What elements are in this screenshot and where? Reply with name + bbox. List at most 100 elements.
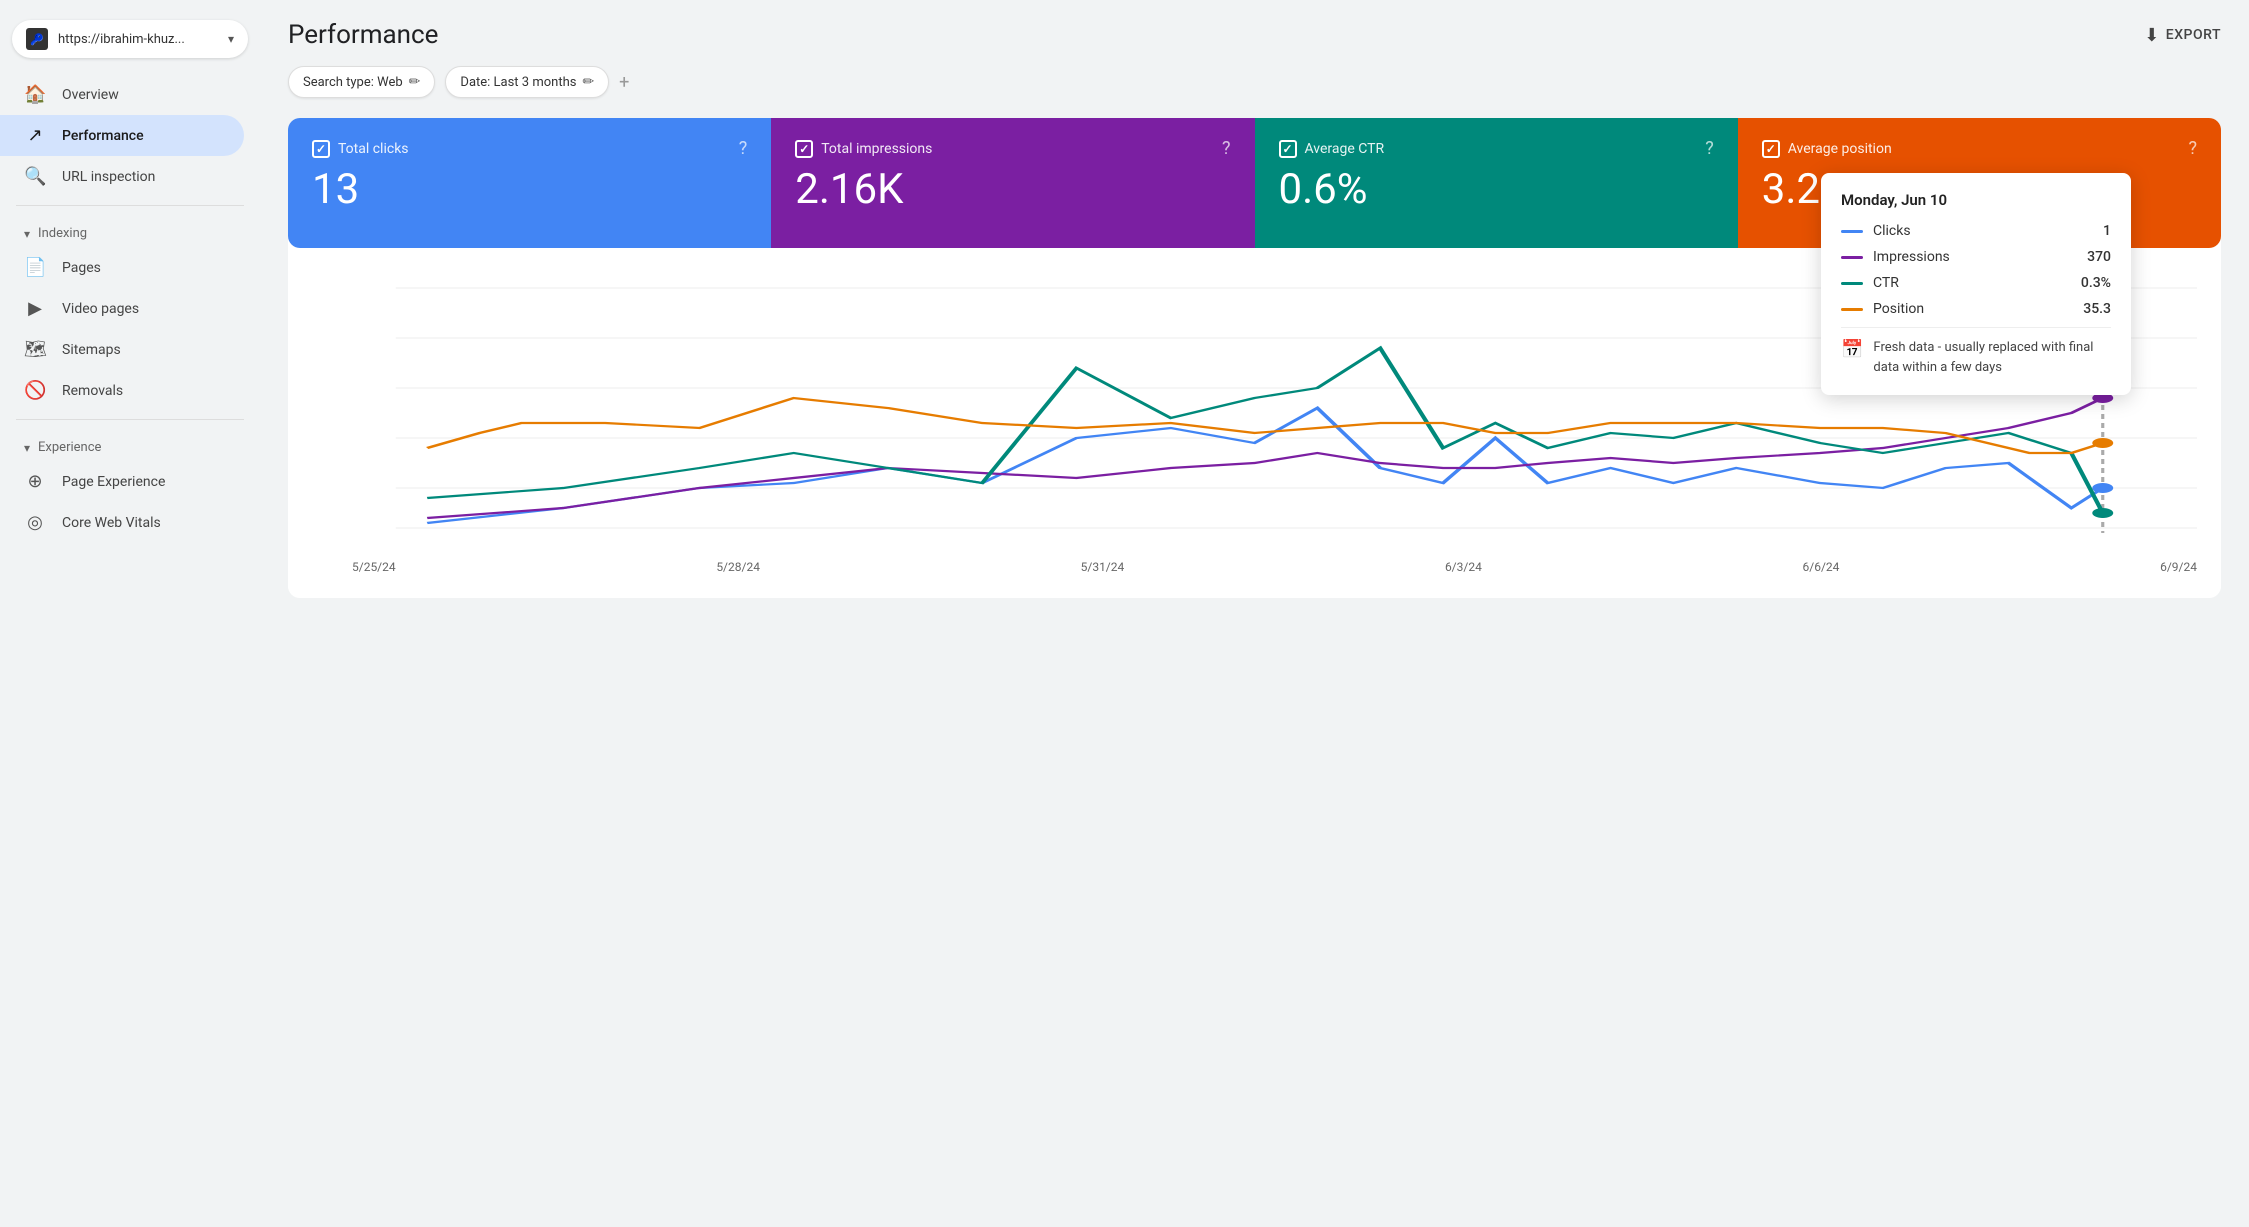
export-icon: ⬇: [2144, 25, 2160, 46]
metric-help-ctr: ?: [1705, 138, 1714, 159]
tooltip-row-position: Position 35.3: [1841, 301, 2111, 317]
metric-header-ctr: Average CTR ?: [1279, 138, 1714, 159]
x-label-2: 5/31/24: [1081, 560, 1125, 574]
sidebar-item-sitemaps-label: Sitemaps: [62, 342, 121, 358]
metric-header-clicks: Total clicks ?: [312, 138, 747, 159]
tooltip-impressions-value: 370: [2087, 249, 2111, 265]
export-label: EXPORT: [2166, 27, 2221, 43]
sidebar-item-performance[interactable]: ↗ Performance: [0, 115, 244, 156]
page-title: Performance: [288, 20, 438, 50]
metric-card-impressions[interactable]: Total impressions ? 2.16K: [771, 118, 1254, 248]
sidebar-item-removals-label: Removals: [62, 383, 123, 399]
tooltip-clicks-value: 1: [2103, 223, 2111, 239]
filter-divider: +: [619, 72, 629, 93]
sidebar-item-video-pages-label: Video pages: [62, 301, 139, 317]
tooltip-row-clicks: Clicks 1: [1841, 223, 2111, 239]
metric-label-ctr: Average CTR: [1305, 141, 1385, 157]
metric-help-position: ?: [2188, 138, 2197, 159]
search-type-filter[interactable]: Search type: Web ✏: [288, 66, 435, 98]
sidebar-item-sitemaps[interactable]: 🗺 Sitemaps: [0, 329, 244, 370]
tooltip-row-impressions: Impressions 370: [1841, 249, 2111, 265]
sidebar-item-url-inspection[interactable]: 🔍 URL inspection: [0, 156, 244, 197]
filter-row: Search type: Web ✏ Date: Last 3 months ✏…: [288, 66, 2221, 98]
x-label-5: 6/9/24: [2160, 560, 2197, 574]
search-icon: 🔍: [24, 166, 46, 187]
tooltip-fresh-text: Fresh data - usually replaced with final…: [1873, 338, 2111, 377]
indexing-section-label: Indexing: [38, 226, 87, 241]
date-edit-icon: ✏: [582, 74, 594, 90]
sidebar-item-removals[interactable]: 🚫 Removals: [0, 370, 244, 411]
indexing-chevron-icon: ▾: [24, 227, 30, 241]
sidebar-item-overview[interactable]: 🏠 Overview: [0, 74, 244, 115]
tooltip-divider: [1841, 327, 2111, 328]
metric-checkbox-ctr[interactable]: [1279, 140, 1297, 158]
calendar-icon: 📅: [1841, 339, 1863, 360]
tooltip-ctr-value: 0.3%: [2081, 275, 2111, 291]
core-web-vitals-icon: ◎: [24, 512, 46, 533]
tooltip-row-ctr: CTR 0.3%: [1841, 275, 2111, 291]
property-name: https://ibrahim-khuz...: [58, 32, 218, 47]
tooltip-fresh-row: 📅 Fresh data - usually replaced with fin…: [1841, 338, 2111, 377]
performance-icon: ↗: [24, 125, 46, 146]
metric-card-ctr[interactable]: Average CTR ? 0.6%: [1255, 118, 1738, 248]
tooltip-impressions-label: Impressions: [1873, 249, 2077, 265]
chart-x-labels: 5/25/24 5/28/24 5/31/24 6/3/24 6/6/24 6/…: [312, 552, 2197, 574]
property-dropdown-icon: ▾: [228, 32, 234, 46]
sidebar-item-performance-label: Performance: [62, 128, 144, 144]
sidebar-item-core-web-vitals-label: Core Web Vitals: [62, 515, 161, 531]
date-label: Date: Last 3 months: [460, 75, 576, 90]
x-label-3: 6/3/24: [1445, 560, 1482, 574]
metric-help-impressions: ?: [1222, 138, 1231, 159]
x-label-1: 5/28/24: [716, 560, 760, 574]
pages-icon: 📄: [24, 257, 46, 278]
page-experience-icon: ⊕: [24, 471, 46, 492]
metric-value-clicks: 13: [312, 167, 747, 213]
metric-checkbox-impressions[interactable]: [795, 140, 813, 158]
tooltip-ctr-label: CTR: [1873, 275, 2071, 291]
tooltip-position-label: Position: [1873, 301, 2073, 317]
property-selector[interactable]: https://ibrahim-khuz... ▾: [12, 20, 248, 58]
page-header: Performance ⬇ EXPORT: [288, 20, 2221, 50]
tooltip-impressions-indicator: [1841, 256, 1863, 259]
metric-header-impressions: Total impressions ?: [795, 138, 1230, 159]
tooltip-position-value: 35.3: [2083, 301, 2111, 317]
sidebar-item-page-experience[interactable]: ⊕ Page Experience: [0, 461, 244, 502]
video-icon: ▶: [24, 298, 46, 319]
metric-checkbox-position[interactable]: [1762, 140, 1780, 158]
removals-icon: 🚫: [24, 380, 46, 401]
sidebar-item-url-inspection-label: URL inspection: [62, 169, 155, 185]
search-type-edit-icon: ✏: [409, 74, 421, 90]
sidebar-divider-2: [16, 419, 244, 420]
x-label-0: 5/25/24: [352, 560, 396, 574]
chart-tooltip: Monday, Jun 10 Clicks 1 Impressions 370 …: [1821, 173, 2131, 395]
export-button[interactable]: ⬇ EXPORT: [2144, 25, 2221, 46]
date-filter[interactable]: Date: Last 3 months ✏: [445, 66, 609, 98]
sidebar-item-overview-label: Overview: [62, 87, 119, 103]
metric-checkbox-clicks[interactable]: [312, 140, 330, 158]
tooltip-position-indicator: [1841, 308, 1863, 311]
tooltip-ctr-indicator: [1841, 282, 1863, 285]
sidebar-item-pages[interactable]: 📄 Pages: [0, 247, 244, 288]
tooltip-clicks-indicator: [1841, 230, 1863, 233]
metric-label-impressions: Total impressions: [821, 141, 932, 157]
property-icon: [26, 28, 48, 50]
tooltip-title: Monday, Jun 10: [1841, 191, 2111, 209]
sidebar-item-page-experience-label: Page Experience: [62, 474, 165, 490]
metric-header-position: Average position ?: [1762, 138, 2197, 159]
metric-value-ctr: 0.6%: [1279, 167, 1714, 213]
sidebar-divider-1: [16, 205, 244, 206]
metric-card-clicks[interactable]: Total clicks ? 13: [288, 118, 771, 248]
sidebar-item-video-pages[interactable]: ▶ Video pages: [0, 288, 244, 329]
sidebar: https://ibrahim-khuz... ▾ 🏠 Overview ↗ P…: [0, 0, 260, 1227]
metric-value-impressions: 2.16K: [795, 167, 1230, 213]
metric-help-clicks: ?: [739, 138, 748, 159]
metric-label-position: Average position: [1788, 141, 1892, 157]
indexing-section-header[interactable]: ▾ Indexing: [0, 214, 260, 247]
experience-section-header[interactable]: ▾ Experience: [0, 428, 260, 461]
sidebar-item-core-web-vitals[interactable]: ◎ Core Web Vitals: [0, 502, 244, 543]
home-icon: 🏠: [24, 84, 46, 105]
tooltip-clicks-label: Clicks: [1873, 223, 2093, 239]
main-content: Performance ⬇ EXPORT Search type: Web ✏ …: [260, 0, 2249, 1227]
search-type-label: Search type: Web: [303, 75, 403, 90]
x-label-4: 6/6/24: [1803, 560, 1840, 574]
